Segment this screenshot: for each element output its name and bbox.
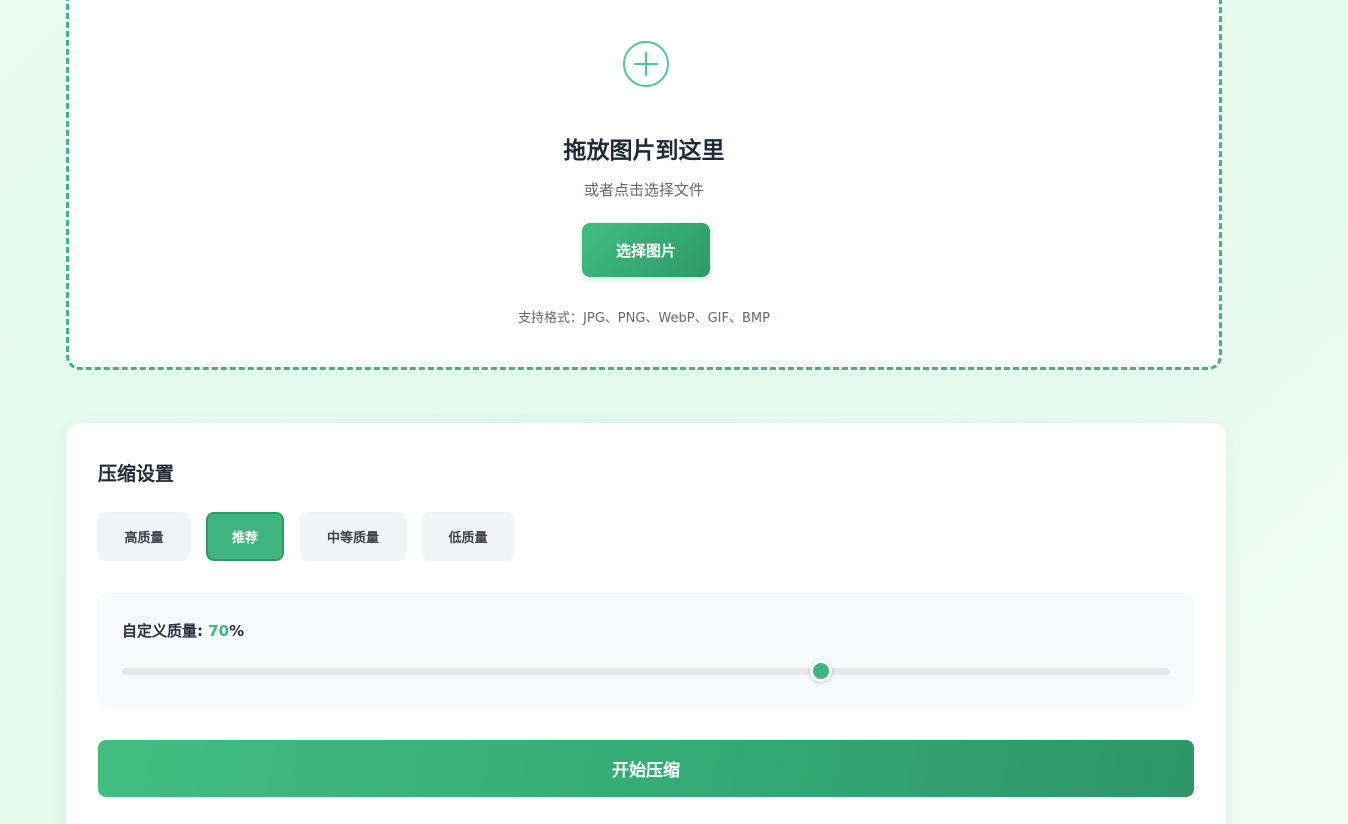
quality-value: 70 [208, 622, 230, 640]
quality-slider-track[interactable] [122, 660, 1170, 682]
custom-quality-label: 自定义质量: 70% [122, 620, 244, 641]
settings-title: 压缩设置 [98, 463, 175, 485]
choose-image-button[interactable]: 选择图片 [582, 223, 710, 277]
custom-quality-panel: 自定义质量: 70% [98, 593, 1194, 708]
upload-title: 拖放图片到这里 [563, 138, 725, 164]
supported-formats-text: 支持格式：JPG、PNG、WebP、GIF、BMP [518, 311, 770, 326]
quality-unit: % [229, 622, 245, 640]
compression-settings-card: 压缩设置 高质量 推荐 中等质量 低质量 自定义质量: 70% 开始压缩 [66, 423, 1226, 824]
preset-recommended-button[interactable]: 推荐 [206, 512, 284, 561]
quality-label-text: 自定义质量: [122, 622, 209, 640]
start-compression-button[interactable]: 开始压缩 [98, 740, 1194, 797]
plus-circle-icon [623, 41, 669, 87]
upload-subtitle: 或者点击选择文件 [583, 181, 704, 199]
quality-slider-thumb[interactable] [809, 660, 832, 682]
preset-low-quality-button[interactable]: 低质量 [422, 512, 514, 561]
preset-medium-quality-button[interactable]: 中等质量 [300, 512, 406, 561]
upload-dropzone[interactable]: 拖放图片到这里 或者点击选择文件 选择图片 支持格式：JPG、PNG、WebP、… [66, 0, 1222, 370]
preset-high-quality-button[interactable]: 高质量 [98, 512, 190, 561]
